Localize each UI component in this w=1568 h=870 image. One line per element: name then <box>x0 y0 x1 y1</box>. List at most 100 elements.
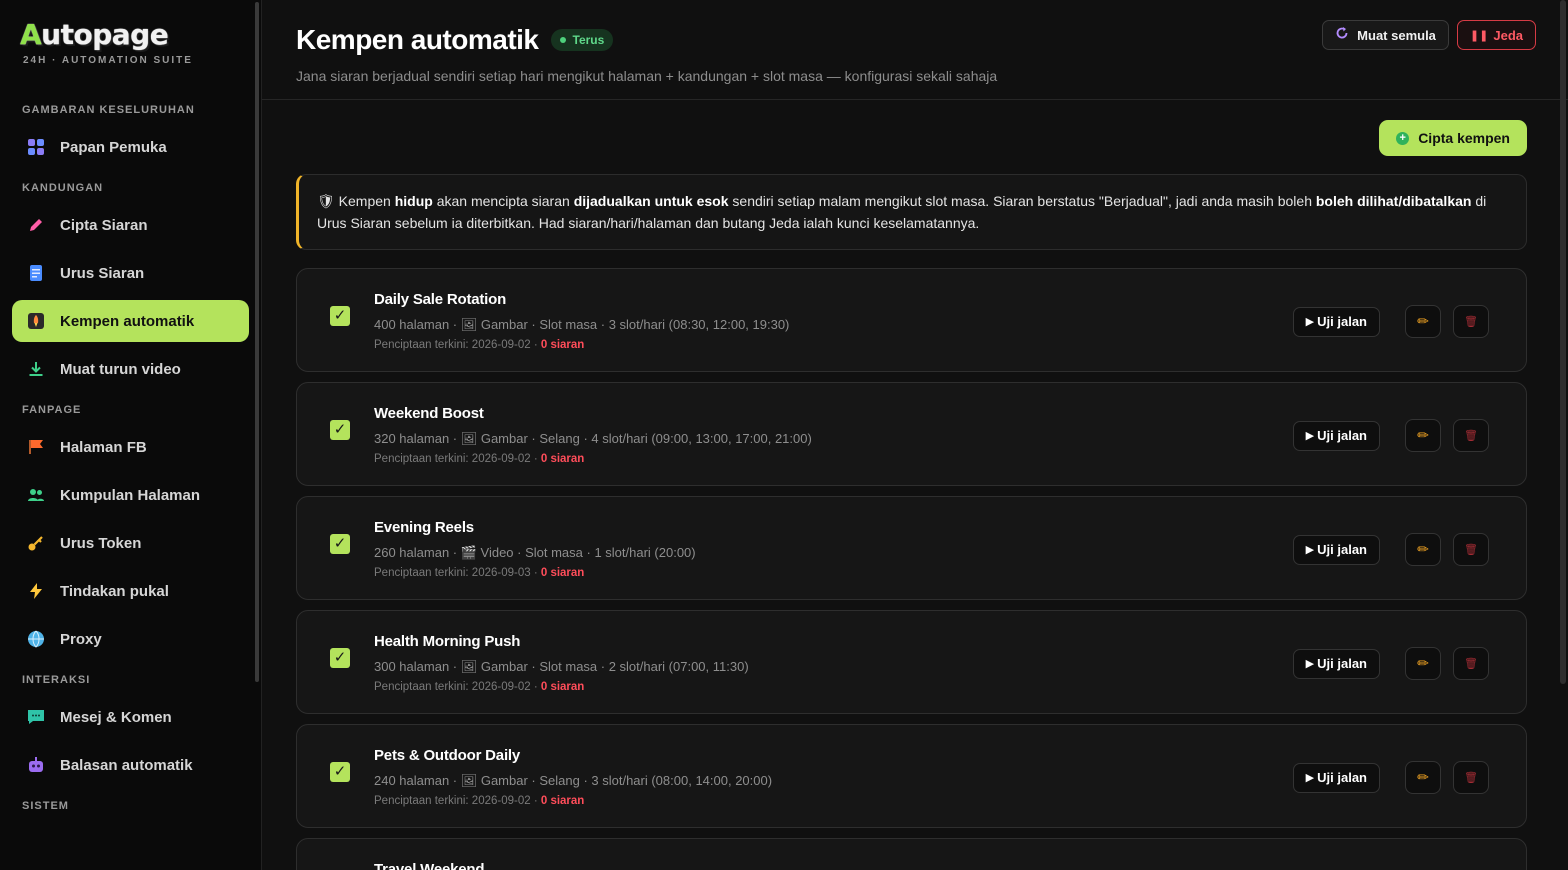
notice-bold: hidup <box>394 193 433 209</box>
users-icon <box>26 485 46 505</box>
lightning-icon <box>26 581 46 601</box>
campaign-latest-date: Penciptaan terkini: 2026-09-03 · <box>374 567 541 579</box>
globe-icon <box>26 629 46 649</box>
play-icon: ▶ <box>1305 772 1315 784</box>
page-subtitle: Jana siaran berjadual sendiri setiap har… <box>296 68 998 84</box>
campaign-list: ✓ Daily Sale Rotation 400 halaman · 🖼 Ga… <box>296 268 1527 870</box>
plus-icon: + <box>1396 131 1410 145</box>
brand-tagline: 24H · AUTOMATION SUITE <box>23 55 193 66</box>
sidebar-item-label: Muat turun video <box>60 360 181 378</box>
test-run-button[interactable]: ▶ Uji jalan <box>1292 534 1380 565</box>
campaign-card: ✓ Pets & Outdoor Daily 240 halaman · 🖼 G… <box>296 724 1527 828</box>
campaign-latest-date: Penciptaan terkini: 2026-09-02 · <box>374 681 541 693</box>
page-header: Kempen automatik Terus Jana siaran berja… <box>262 0 1568 100</box>
sidebar-item-label: Mesej & Komen <box>60 708 172 726</box>
test-run-button[interactable]: ▶ Uji jalan <box>1292 648 1380 679</box>
campaign-latest: Penciptaan terkini: 2026-09-03 · 0 siara… <box>374 567 1526 579</box>
brand[interactable]: Autopage 24H · AUTOMATION SUITE <box>12 0 249 90</box>
campaign-latest-date: Penciptaan terkini: 2026-09-02 · <box>374 795 541 807</box>
sidebar-item-download-video[interactable]: Muat turun video <box>12 348 249 390</box>
campaign-enabled-checkbox[interactable]: ✓ <box>330 420 350 440</box>
create-campaign-button[interactable]: + Cipta kempen <box>1379 120 1527 156</box>
sidebar-item-page-groups[interactable]: Kumpulan Halaman <box>12 474 249 516</box>
delete-button[interactable]: 🗑 <box>1453 533 1489 566</box>
test-run-label: Uji jalan <box>1317 428 1367 443</box>
delete-button[interactable]: 🗑 <box>1453 419 1489 452</box>
sidebar-item-label: Kempen automatik <box>60 312 195 330</box>
edit-button[interactable]: ✏ <box>1405 419 1441 452</box>
delete-button[interactable]: 🗑 <box>1453 761 1489 794</box>
notice-text: sendiri setiap malam mengikut slot masa.… <box>728 193 1316 209</box>
sidebar-scrollbar[interactable] <box>255 2 259 682</box>
campaign-enabled-checkbox[interactable]: ✓ <box>330 762 350 782</box>
reload-button[interactable]: Muat semula <box>1322 20 1449 50</box>
section-label-system: SISTEM <box>22 800 69 812</box>
delete-button[interactable]: 🗑 <box>1453 647 1489 680</box>
page-title: Kempen automatik <box>296 24 539 55</box>
edit-button[interactable]: ✏ <box>1405 305 1441 338</box>
rocket-icon <box>26 311 46 331</box>
campaign-name: Travel Weekend <box>374 861 485 870</box>
notice-bold: dijadualkan untuk esok <box>573 193 729 209</box>
pause-label: Jeda <box>1493 27 1523 43</box>
dashboard-grid-icon <box>26 137 46 157</box>
sidebar-item-label: Balasan automatik <box>60 756 193 774</box>
trash-icon: 🗑 <box>1464 658 1478 670</box>
pencil-icon: ✏ <box>1417 313 1429 329</box>
status-label: Terus <box>572 33 605 47</box>
campaign-enabled-checkbox[interactable]: ✓ <box>330 306 350 326</box>
shield-icon: 🛡 <box>317 193 335 209</box>
sidebar-item-bulk-actions[interactable]: Tindakan pukal <box>12 570 249 612</box>
campaign-card: ✓ Health Morning Push 300 halaman · 🖼 Ga… <box>296 610 1527 714</box>
edit-button[interactable]: ✏ <box>1405 647 1441 680</box>
reload-label: Muat semula <box>1357 27 1436 43</box>
info-notice: 🛡 Kempen hidup akan mencipta siaran dija… <box>296 174 1527 250</box>
sidebar-item-label: Urus Siaran <box>60 264 145 282</box>
campaign-card: Travel Weekend <box>296 838 1527 870</box>
campaign-latest-date: Penciptaan terkini: 2026-09-02 · <box>374 339 541 351</box>
test-run-button[interactable]: ▶ Uji jalan <box>1292 762 1380 793</box>
pencil-icon <box>26 215 46 235</box>
section-label-content: KANDUNGAN <box>22 182 104 194</box>
pause-icon: ❚❚ <box>1469 29 1489 42</box>
sidebar-item-proxy[interactable]: Proxy <box>12 618 249 660</box>
trash-icon: 🗑 <box>1464 316 1478 328</box>
sidebar: Autopage 24H · AUTOMATION SUITE GAMBARAN… <box>0 0 262 870</box>
sidebar-item-auto-campaign[interactable]: Kempen automatik <box>12 300 249 342</box>
sidebar-item-auto-reply[interactable]: Balasan automatik <box>12 744 249 786</box>
flag-icon <box>26 437 46 457</box>
main-scrollbar[interactable] <box>1560 0 1566 684</box>
test-run-button[interactable]: ▶ Uji jalan <box>1292 306 1380 337</box>
campaign-latest: Penciptaan terkini: 2026-09-02 · 0 siara… <box>374 339 1526 351</box>
campaign-post-count: 0 siaran <box>540 681 585 693</box>
sidebar-item-label: Tindakan pukal <box>60 582 169 600</box>
sidebar-item-manage-posts[interactable]: Urus Siaran <box>12 252 249 294</box>
edit-button[interactable]: ✏ <box>1405 533 1441 566</box>
sidebar-item-messages[interactable]: Mesej & Komen <box>12 696 249 738</box>
sidebar-item-label: Urus Token <box>60 534 142 552</box>
delete-button[interactable]: 🗑 <box>1453 305 1489 338</box>
sidebar-item-manage-token[interactable]: Urus Token <box>12 522 249 564</box>
trash-icon: 🗑 <box>1464 544 1478 556</box>
brand-logo[interactable]: Autopage <box>20 18 241 51</box>
section-label-interaction: INTERAKSI <box>22 674 91 686</box>
campaign-enabled-checkbox[interactable]: ✓ <box>330 534 350 554</box>
refresh-icon <box>1335 26 1349 44</box>
campaign-enabled-checkbox[interactable]: ✓ <box>330 648 350 668</box>
notice-text: akan mencipta siaran <box>432 193 574 209</box>
campaign-latest: Penciptaan terkini: 2026-09-02 · 0 siara… <box>374 453 1526 465</box>
sidebar-item-dashboard[interactable]: Papan Pemuka <box>12 126 249 168</box>
test-run-label: Uji jalan <box>1317 656 1367 671</box>
edit-button[interactable]: ✏ <box>1405 761 1441 794</box>
test-run-label: Uji jalan <box>1317 770 1367 785</box>
notice-text: Kempen <box>334 193 395 209</box>
sidebar-item-create-post[interactable]: Cipta Siaran <box>12 204 249 246</box>
sidebar-item-label: Proxy <box>60 630 102 648</box>
sidebar-item-label: Halaman FB <box>60 438 147 456</box>
pause-button[interactable]: ❚❚ Jeda <box>1456 20 1536 50</box>
status-dot-icon <box>559 37 566 43</box>
test-run-button[interactable]: ▶ Uji jalan <box>1292 420 1380 451</box>
sidebar-item-fb-pages[interactable]: Halaman FB <box>12 426 249 468</box>
test-run-label: Uji jalan <box>1317 314 1367 329</box>
document-icon <box>26 263 46 283</box>
